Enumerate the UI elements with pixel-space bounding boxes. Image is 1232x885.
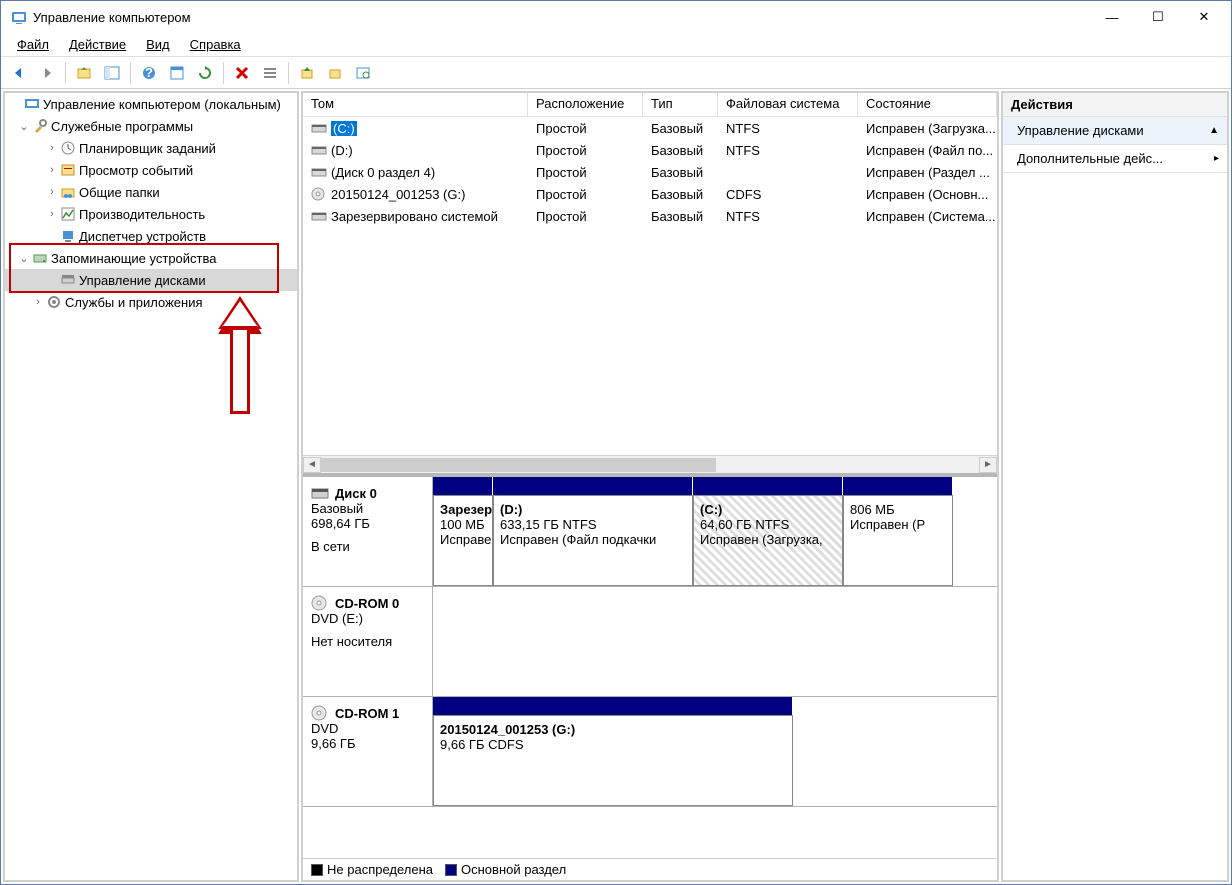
col-fs[interactable]: Файловая система — [718, 93, 858, 116]
refresh-button[interactable] — [193, 61, 217, 85]
disk-mgmt-icon — [59, 272, 77, 288]
volume-row[interactable]: (Диск 0 раздел 4)ПростойБазовыйИсправен … — [303, 161, 997, 183]
col-layout[interactable]: Расположение — [528, 93, 643, 116]
actions-pane: Действия Управление дисками▲ Дополнитель… — [1001, 91, 1229, 882]
actions-title: Действия — [1003, 93, 1227, 117]
partition[interactable]: 20150124_001253 (G:)9,66 ГБ CDFS — [433, 715, 793, 806]
close-button[interactable]: ✕ — [1181, 2, 1227, 32]
tree-disk-management[interactable]: Управление дисками — [5, 269, 297, 291]
partition[interactable]: 806 МБИсправен (Р — [843, 495, 953, 586]
legend: Не распределена Основной раздел — [303, 858, 997, 880]
titlebar: Управление компьютером — ☐ ✕ — [1, 1, 1231, 33]
disk-panel: Диск 0Базовый698,64 ГБВ сетиЗарезервиров… — [303, 473, 997, 880]
app-icon — [11, 9, 27, 25]
disk-icon — [311, 485, 329, 501]
partition[interactable]: Зарезервировано100 МБИсправен — [433, 495, 493, 586]
minimize-button[interactable]: — — [1089, 2, 1135, 32]
disk-icon — [311, 595, 329, 611]
drive-icon — [311, 143, 327, 157]
delete-button[interactable] — [230, 61, 254, 85]
collapse-icon: ▲ — [1209, 125, 1219, 136]
tree-device-manager[interactable]: Диспетчер устройств — [5, 225, 297, 247]
volume-list: Том Расположение Тип Файловая система Со… — [303, 93, 997, 473]
shared-folder-icon — [59, 184, 77, 200]
volume-row[interactable]: (C:)ПростойБазовыйNTFSИсправен (Загрузка… — [303, 117, 997, 139]
action2-button[interactable] — [323, 61, 347, 85]
performance-icon — [59, 206, 77, 222]
toolbar: ? — [1, 57, 1231, 89]
partition[interactable]: (C:)64,60 ГБ NTFSИсправен (Загрузка, — [693, 495, 843, 586]
tree-utilities[interactable]: ⌄ Служебные программы — [5, 115, 297, 137]
tree-event-viewer[interactable]: › Просмотр событий — [5, 159, 297, 181]
tree-root[interactable]: Управление компьютером (локальным) — [5, 93, 297, 115]
properties-button[interactable] — [165, 61, 189, 85]
computer-icon — [23, 96, 41, 112]
menu-action[interactable]: Действие — [59, 35, 136, 54]
nav-tree: Управление компьютером (локальным) ⌄ Слу… — [3, 91, 299, 882]
volume-row[interactable]: (D:)ПростойБазовыйNTFSИсправен (Файл по.… — [303, 139, 997, 161]
action1-button[interactable] — [295, 61, 319, 85]
disk-row: Диск 0Базовый698,64 ГБВ сетиЗарезервиров… — [303, 477, 997, 587]
volume-hscroll[interactable]: ◄► — [303, 455, 997, 473]
volume-row[interactable]: 20150124_001253 (G:)ПростойБазовыйCDFSИс… — [303, 183, 997, 205]
svg-text:?: ? — [145, 65, 153, 80]
col-volume[interactable]: Том — [303, 93, 528, 116]
partition[interactable]: (D:)633,15 ГБ NTFSИсправен (Файл подкачк… — [493, 495, 693, 586]
menu-view[interactable]: Вид — [136, 35, 180, 54]
disk-row: CD-ROM 0DVD (E:)Нет носителя — [303, 587, 997, 697]
tree-task-scheduler[interactable]: › Планировщик заданий — [5, 137, 297, 159]
tree-performance[interactable]: › Производительность — [5, 203, 297, 225]
up-button[interactable] — [72, 61, 96, 85]
disk-icon — [311, 705, 329, 721]
clock-icon — [59, 140, 77, 156]
volume-headers: Том Расположение Тип Файловая система Со… — [303, 93, 997, 117]
help-button[interactable]: ? — [137, 61, 161, 85]
maximize-button[interactable]: ☐ — [1135, 2, 1181, 32]
expand-icon: ▸ — [1214, 153, 1219, 164]
menu-help[interactable]: Справка — [180, 35, 251, 54]
drive-icon — [311, 121, 327, 135]
menu-file[interactable]: Файл — [7, 35, 59, 54]
actions-item-disk-mgmt[interactable]: Управление дисками▲ — [1003, 117, 1227, 145]
event-icon — [59, 162, 77, 178]
main-pane: Том Расположение Тип Файловая система Со… — [301, 91, 999, 882]
action3-button[interactable] — [351, 61, 375, 85]
drive-icon — [311, 209, 327, 223]
volume-row[interactable]: Зарезервировано системойПростойБазовыйNT… — [303, 205, 997, 227]
back-button[interactable] — [7, 61, 31, 85]
tree-services[interactable]: › Службы и приложения — [5, 291, 297, 313]
actions-item-more[interactable]: Дополнительные дейс...▸ — [1003, 145, 1227, 173]
col-type[interactable]: Тип — [643, 93, 718, 116]
forward-button[interactable] — [35, 61, 59, 85]
list-button[interactable] — [258, 61, 282, 85]
show-hide-tree-button[interactable] — [100, 61, 124, 85]
disk-row: CD-ROM 1DVD9,66 ГБ20150124_001253 (G:)9,… — [303, 697, 997, 807]
device-icon — [59, 228, 77, 244]
menubar: Файл Действие Вид Справка — [1, 33, 1231, 57]
tree-label: Управление компьютером (локальным) — [43, 97, 281, 112]
drive-icon — [311, 165, 327, 179]
tree-storage[interactable]: ⌄ Запоминающие устройства — [5, 247, 297, 269]
services-icon — [45, 294, 63, 310]
tree-shared-folders[interactable]: › Общие папки — [5, 181, 297, 203]
storage-icon — [31, 250, 49, 266]
tools-icon — [31, 118, 49, 134]
drive-icon — [311, 187, 327, 201]
window-title: Управление компьютером — [33, 10, 1089, 25]
col-status[interactable]: Состояние — [858, 93, 997, 116]
